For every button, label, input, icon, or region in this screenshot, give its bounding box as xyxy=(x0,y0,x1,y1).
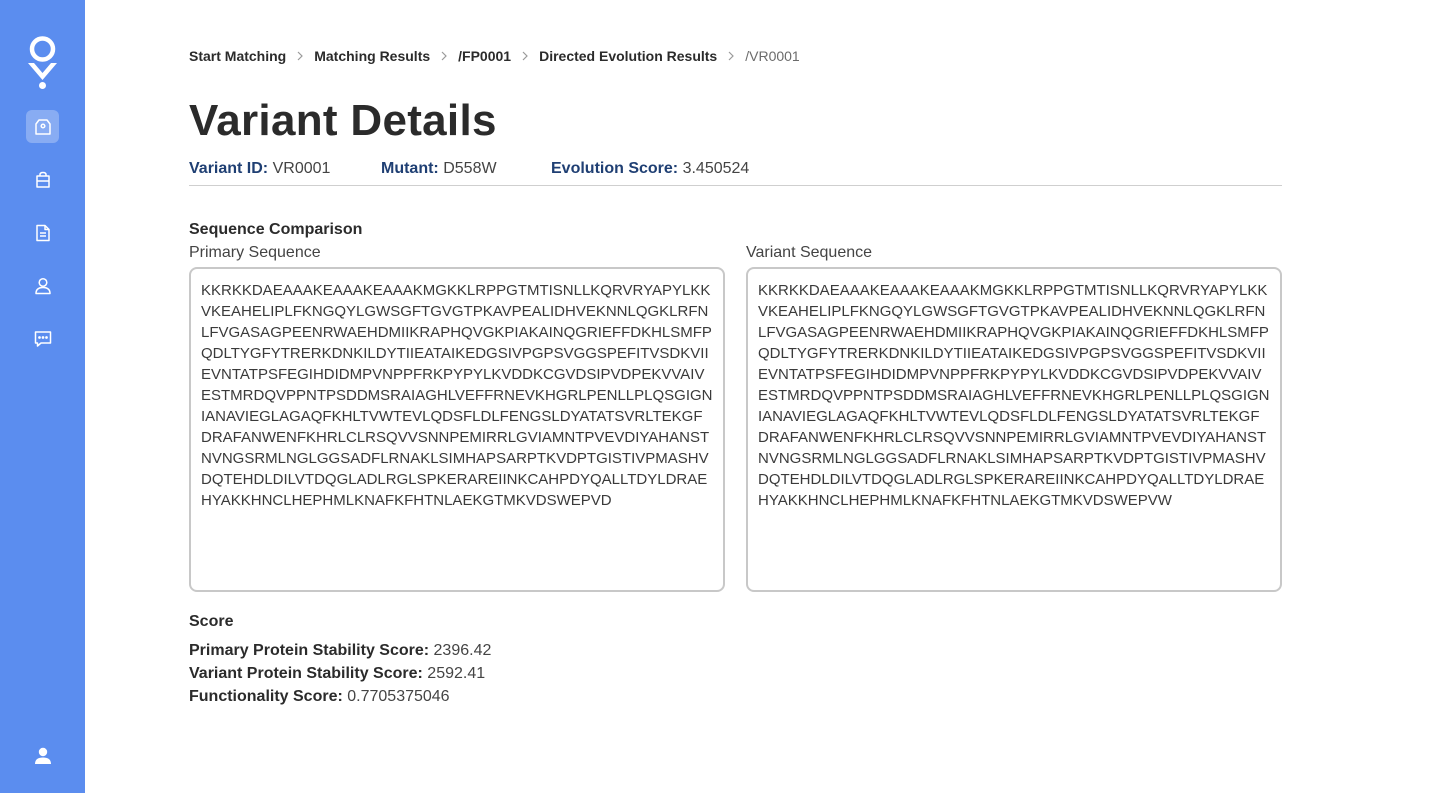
mutant-field: Mutant: D558W xyxy=(381,160,497,178)
chevron-right-icon xyxy=(440,51,448,61)
breadcrumb-current: /VR0001 xyxy=(745,48,800,64)
page-title: Variant Details xyxy=(189,96,497,145)
app-logo-icon[interactable] xyxy=(26,36,59,89)
chevron-right-icon xyxy=(521,51,529,61)
profile-icon xyxy=(34,747,51,764)
mutant-label: Mutant: xyxy=(381,160,439,177)
variant-id-value: VR0001 xyxy=(272,160,331,177)
sidebar xyxy=(0,0,85,793)
primary-sequence-label: Primary Sequence xyxy=(189,244,321,261)
functionality-label: Functionality Score: xyxy=(189,688,343,705)
chat-icon xyxy=(34,330,51,347)
score-title: Score xyxy=(189,613,234,630)
functionality-score: Functionality Score: 0.7705375046 xyxy=(189,688,450,706)
profile-button[interactable] xyxy=(26,739,59,772)
primary-sequence-textarea[interactable]: KKRKKDAEAAAKEAAAKEAAAKMGKKLRPPGTMTISNLLK… xyxy=(189,267,725,592)
variant-id-field: Variant ID: VR0001 xyxy=(189,160,330,178)
sequence-comparison-title: Sequence Comparison xyxy=(189,221,363,238)
evolution-score-value: 3.450524 xyxy=(682,160,750,177)
variant-stability-label: Variant Protein Stability Score: xyxy=(189,665,423,682)
breadcrumb: Start Matching Matching Results /FP0001 … xyxy=(189,48,800,64)
variant-sequence-label: Variant Sequence xyxy=(746,244,873,261)
breadcrumb-start-matching[interactable]: Start Matching xyxy=(189,48,286,64)
chevron-right-icon xyxy=(296,51,304,61)
primary-stability-score: Primary Protein Stability Score: 2396.42 xyxy=(189,642,491,660)
variant-meta-row: Variant ID: VR0001 Mutant: D558W Evoluti… xyxy=(189,160,1282,186)
breadcrumb-directed-evolution-results[interactable]: Directed Evolution Results xyxy=(539,48,717,64)
nav-matching[interactable] xyxy=(26,110,59,143)
variant-id-label: Variant ID: xyxy=(189,160,269,177)
user-icon xyxy=(34,277,51,294)
evolution-score-field: Evolution Score: 3.450524 xyxy=(551,160,749,178)
variant-stability-value: 2592.41 xyxy=(427,665,486,682)
variant-stability-score: Variant Protein Stability Score: 2592.41 xyxy=(189,665,485,683)
variant-sequence-textarea[interactable]: KKRKKDAEAAAKEAAAKEAAAKMGKKLRPPGTMTISNLLK… xyxy=(746,267,1282,592)
breadcrumb-fp0001[interactable]: /FP0001 xyxy=(458,48,511,64)
primary-stability-value: 2396.42 xyxy=(433,642,492,659)
tag-icon xyxy=(34,118,51,135)
mutant-value: D558W xyxy=(443,160,497,177)
document-icon xyxy=(35,224,50,241)
nav-documents[interactable] xyxy=(26,216,59,249)
chevron-right-icon xyxy=(727,51,735,61)
functionality-value: 0.7705375046 xyxy=(347,688,450,705)
shopping-bag-icon xyxy=(35,171,50,188)
nav-products[interactable] xyxy=(26,163,59,196)
breadcrumb-matching-results[interactable]: Matching Results xyxy=(314,48,430,64)
nav-users[interactable] xyxy=(26,269,59,302)
evolution-score-label: Evolution Score: xyxy=(551,160,679,177)
primary-stability-label: Primary Protein Stability Score: xyxy=(189,642,430,659)
nav-messages[interactable] xyxy=(26,322,59,355)
